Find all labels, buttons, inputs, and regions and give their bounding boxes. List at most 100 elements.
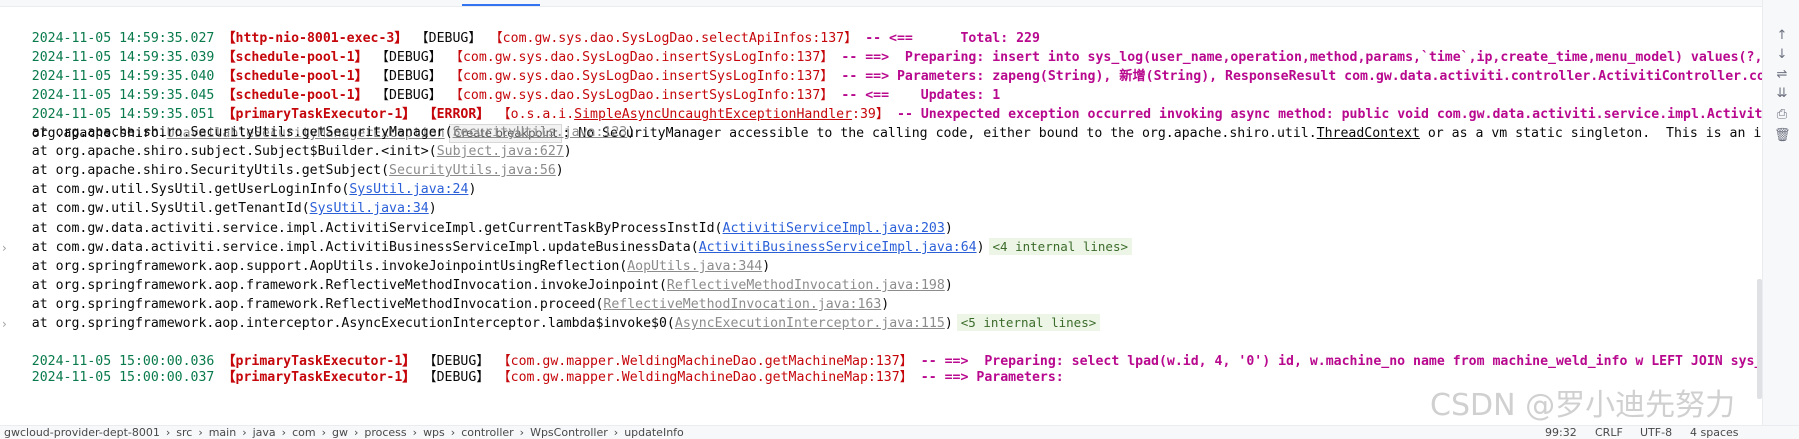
breadcrumb-separator-icon: › — [450, 426, 456, 439]
file-encoding[interactable]: UTF-8 — [1640, 426, 1672, 439]
console-tab-indicator — [462, 4, 540, 6]
exception-line: org.apache.shiro.UnavailableSecurityMana… — [0, 104, 1762, 143]
close-paren: ) — [428, 201, 437, 216]
breadcrumb-item[interactable]: WpsController — [530, 426, 608, 439]
stack-frame: at org.apache.shiro.subject.Subject$Buil… — [0, 142, 572, 162]
breadcrumb-separator-icon: › — [165, 426, 171, 439]
thread-name: 【primaryTaskExecutor-1】 — [222, 370, 416, 385]
breadcrumb-separator-icon: › — [321, 426, 326, 439]
console-output[interactable]: 2024-11-05 14:59:35.027 【http-nio-8001-e… — [0, 9, 1762, 425]
source-link[interactable]: SecurityUtils.java:123 — [453, 125, 628, 140]
source-link[interactable]: SecurityUtils.java:56 — [389, 163, 556, 178]
caret-position[interactable]: 99:32 — [1545, 426, 1577, 439]
stack-frame-method: at org.apache.shiro.subject.Subject$Buil… — [0, 144, 437, 159]
log-line: 2024-11-05 14:59:35.027 【http-nio-8001-e… — [0, 9, 1040, 46]
log-line-error: 2024-11-05 14:59:35.051 【primaryTaskExec… — [0, 85, 1762, 122]
breadcrumb-separator-icon: › — [198, 426, 203, 439]
breadcrumb-item[interactable]: java — [253, 426, 276, 439]
source-link[interactable]: ActivitiServiceImpl.java:203 — [723, 221, 945, 236]
internal-lines-fold[interactable]: <5 internal lines> — [956, 314, 1101, 331]
stack-frame: at com.gw.data.activiti.service.impl.Act… — [0, 219, 953, 239]
stack-frame-method: at com.gw.data.activiti.service.impl.Act… — [0, 240, 699, 255]
line-separator[interactable]: CRLF — [1595, 426, 1623, 439]
stack-frame: at org.springframework.aop.framework.Ref… — [0, 295, 890, 315]
close-paren: ) — [762, 259, 771, 274]
breadcrumb-separator-icon: › — [242, 426, 247, 439]
exception-message-tail: or as a vm static singleton. This is an … — [1427, 126, 1762, 141]
stack-frame-method: at com.gw.util.SysUtil.getUserLoginInfo( — [0, 182, 350, 197]
source-link[interactable]: AopUtils.java:344 — [627, 259, 762, 274]
source-link[interactable]: ReflectiveMethodInvocation.java:198 — [667, 278, 945, 293]
stack-frame-method: at org.springframework.aop.interceptor.A… — [0, 316, 675, 331]
close-paren: ) — [944, 316, 953, 331]
trash-icon[interactable]: 🗑 — [1774, 128, 1791, 144]
breadcrumb-item[interactable]: controller — [461, 426, 513, 439]
threadcontext-link[interactable]: ThreadContext — [1317, 126, 1420, 141]
watermark: CSDN @罗小迪先努力 — [1430, 388, 1736, 423]
breadcrumb-item[interactable]: process — [364, 426, 406, 439]
soft-wrap-icon[interactable]: ⇌ — [1774, 67, 1790, 83]
internal-lines-fold[interactable]: <4 internal lines> — [988, 238, 1132, 255]
breadcrumb-separator-icon: › — [613, 426, 619, 439]
close-paren: ) — [468, 182, 477, 197]
navigation-breadcrumb: gwcloud-provider-dept-8001 › src › main › java… — [4, 426, 690, 439]
close-paren: ) — [555, 163, 564, 178]
stack-frame-method: at com.gw.data.activiti.service.impl.Act… — [0, 221, 723, 236]
source-link[interactable]: SysUtil.java:24 — [349, 182, 468, 197]
close-paren: ) — [944, 221, 953, 236]
exception-message: : No SecurityManager accessible to the c… — [562, 126, 1317, 141]
stack-frame: at org.springframework.aop.interceptor.A… — [0, 314, 1101, 334]
log-level: 【DEBUG】 — [423, 370, 490, 385]
stack-frame: at org.apache.shiro.SecurityUtils.getSec… — [0, 123, 635, 143]
logger-name: 【com.gw.mapper.WeldingMachineDao.getMach… — [497, 370, 913, 385]
fold-chevron-icon[interactable]: › — [2, 314, 7, 334]
indent-setting[interactable]: 4 spaces — [1690, 426, 1739, 439]
stack-frame-method: at org.springframework.aop.framework.Ref… — [0, 297, 604, 312]
source-link[interactable]: SysUtil.java:34 — [310, 201, 429, 216]
breadcrumb-item[interactable]: gw — [332, 426, 348, 439]
stack-frame: at com.gw.data.activiti.service.impl.Act… — [0, 238, 1132, 258]
stack-frame-method: at com.gw.util.SysUtil.getTenantId( — [0, 201, 310, 216]
breadcrumb-separator-icon: › — [281, 426, 287, 439]
breadcrumb-item[interactable]: gwcloud-provider-dept-8001 — [4, 426, 160, 439]
breadcrumb-item[interactable]: main — [209, 426, 236, 439]
close-paren: ) — [627, 125, 636, 140]
stack-frame: at org.springframework.aop.framework.Ref… — [0, 276, 953, 296]
scroll-to-end-icon[interactable]: ⇊ — [1774, 86, 1790, 102]
close-paren: ) — [881, 297, 890, 312]
breadcrumb-item[interactable]: updateInfo — [624, 426, 684, 439]
status-bar: gwcloud-provider-dept-8001 › src › main › java… — [0, 425, 1799, 439]
log-line: 2024-11-05 14:59:35.039 【schedule-pool-1… — [0, 28, 1762, 65]
tool-window-tab-strip — [0, 0, 1799, 7]
source-link[interactable]: Subject.java:627 — [437, 144, 564, 159]
breadcrumb-item[interactable]: wps — [423, 426, 445, 439]
print-icon[interactable]: ⎙ — [1774, 107, 1790, 123]
source-link[interactable]: ActivitiBusinessServiceImpl.java:64 — [699, 240, 977, 255]
breadcrumb-separator-icon: › — [353, 426, 359, 439]
arrow-up-icon[interactable]: ↑ — [1774, 28, 1790, 44]
stack-frame: at com.gw.util.SysUtil.getTenantId(SysUt… — [0, 199, 437, 219]
close-paren: ) — [563, 144, 572, 159]
stack-frame: at com.gw.util.SysUtil.getUserLoginInfo(… — [0, 180, 477, 200]
breadcrumb-separator-icon: › — [519, 426, 525, 439]
log-line: 2024-11-05 14:59:35.045 【schedule-pool-1… — [0, 66, 1000, 103]
close-paren: ) — [944, 278, 953, 293]
log-line-partial: 2024-11-05 15:00:00.037 【primaryTaskExec… — [0, 348, 1072, 385]
fold-chevron-icon[interactable]: › — [2, 238, 7, 258]
breadcrumb-separator-icon: › — [412, 426, 418, 439]
stack-frame: at org.springframework.aop.support.AopUt… — [0, 257, 770, 277]
arrow-down-icon[interactable]: ↓ — [1774, 47, 1790, 63]
source-link[interactable]: ReflectiveMethodInvocation.java:163 — [603, 297, 881, 312]
timestamp: 2024-11-05 15:00:00.037 — [31, 370, 215, 385]
breadcrumb-item[interactable]: src — [176, 426, 192, 439]
source-link[interactable]: AsyncExecutionInterceptor.java:115 — [675, 316, 945, 331]
close-paren: ) — [976, 240, 985, 255]
log-line: 2024-11-05 14:59:35.040 【schedule-pool-1… — [0, 47, 1762, 84]
stack-frame-method: at org.apache.shiro.SecurityUtils.getSub… — [0, 163, 390, 178]
log-message: -- ==> Parameters: — [912, 370, 1072, 385]
stack-frame-method: at org.springframework.aop.support.AopUt… — [0, 259, 628, 274]
stack-frame: at org.apache.shiro.SecurityUtils.getSub… — [0, 161, 564, 181]
console-toolbar: ↑ ↓ ⇌ ⇊ ⎙ 🗑 — [1762, 0, 1799, 425]
breadcrumb-item[interactable]: com — [292, 426, 316, 439]
stack-frame-method: at org.springframework.aop.framework.Ref… — [0, 278, 667, 293]
